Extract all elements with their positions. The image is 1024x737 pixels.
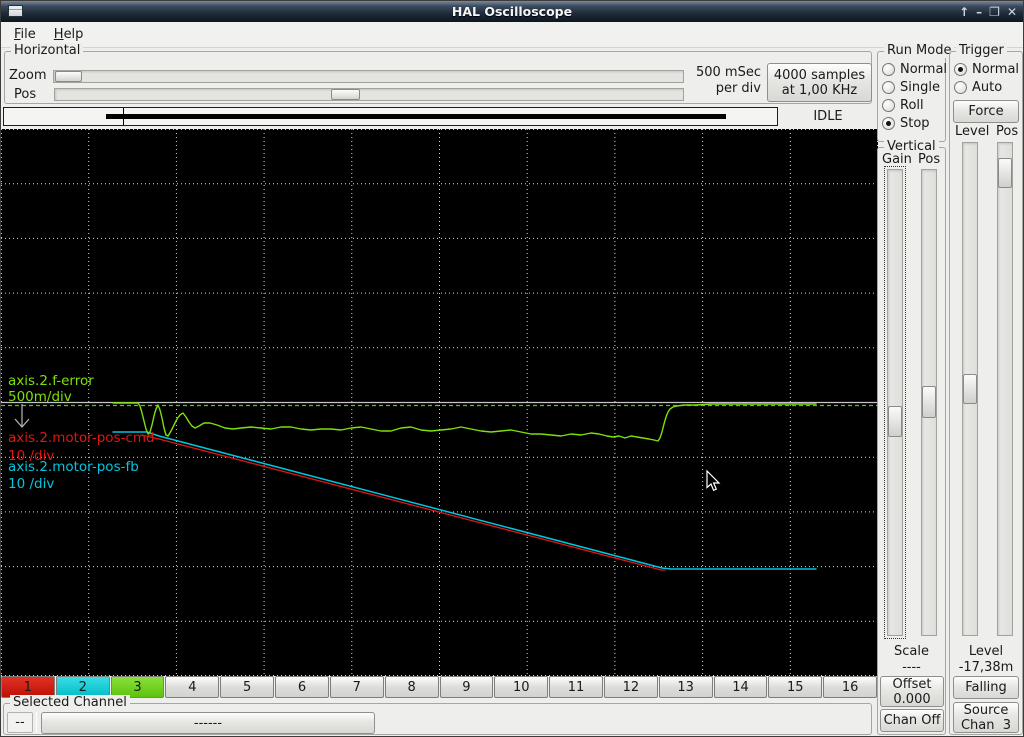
trigger-auto[interactable]: Auto xyxy=(954,79,1002,95)
status-label: IDLE xyxy=(813,109,843,124)
level-value: -17,38m xyxy=(958,660,1014,675)
channel-button-16[interactable]: 16 xyxy=(823,676,877,698)
level-slider-label: Level xyxy=(955,124,990,139)
run-mode-group: Run Mode Normal Single Roll Stop xyxy=(877,43,955,142)
channel3-scale-label: 500m/div xyxy=(8,389,72,405)
shade-icon[interactable]: ↑ xyxy=(959,6,969,18)
zoom-slider[interactable] xyxy=(53,70,684,83)
radio-icon[interactable] xyxy=(882,98,895,112)
horizontal-pos-slider[interactable] xyxy=(54,88,684,101)
run-mode-stop[interactable]: Stop xyxy=(882,115,930,131)
gain-slider[interactable] xyxy=(884,166,906,639)
level-label: Level xyxy=(968,644,1004,659)
radio-icon[interactable] xyxy=(882,80,895,94)
trigger-source-button[interactable]: Source Chan 3 xyxy=(953,702,1019,733)
window-title: HAL Oscilloscope xyxy=(451,4,573,19)
selected-channel-number: -- xyxy=(7,712,33,733)
channel-button-8[interactable]: 8 xyxy=(384,676,439,698)
force-button[interactable]: Force xyxy=(953,100,1019,123)
channel-button-11[interactable]: 11 xyxy=(549,676,603,698)
trigger-position-marker xyxy=(123,108,124,125)
channel3-signal-label: axis.2.f-error xyxy=(8,373,94,389)
vertical-pos-slider[interactable] xyxy=(921,169,937,636)
trace-motor-pos-cmd xyxy=(140,434,666,571)
scale-label: Scale xyxy=(894,644,929,659)
window-icon xyxy=(8,5,23,17)
mouse-cursor-icon xyxy=(706,469,721,492)
trigger-edge-button[interactable]: Falling xyxy=(953,676,1019,699)
minimize-icon[interactable]: – xyxy=(976,6,982,18)
channel1-signal-label: axis.2.motor-pos-cmd xyxy=(8,430,155,446)
pos-slider-label: Pos xyxy=(14,87,37,102)
trigger-group-label: Trigger xyxy=(956,43,1007,58)
scale-value: ---- xyxy=(902,660,921,675)
trigger-pos-slider-label: Pos xyxy=(996,124,1019,139)
channel-button-13[interactable]: 13 xyxy=(658,676,713,698)
selected-channel-group-label: Selected Channel xyxy=(10,695,130,710)
channel-button-10[interactable]: 10 xyxy=(494,676,549,698)
menu-bar: File Help xyxy=(1,22,1023,48)
channel-button-15[interactable]: 15 xyxy=(768,676,823,698)
close-icon[interactable]: ✕ xyxy=(1007,6,1017,18)
vertical-pos-slider-label: Pos xyxy=(918,152,941,167)
channel-button-row: 1 2 3 4 5 6 7 8 9 10 11 12 13 14 15 16 xyxy=(1,676,878,698)
radio-icon[interactable] xyxy=(954,62,967,76)
zoom-slider-label: Zoom xyxy=(9,68,47,83)
selected-channel-source-button[interactable]: ------ xyxy=(41,712,375,734)
run-mode-roll[interactable]: Roll xyxy=(882,97,924,113)
selected-channel-group: Selected Channel -- ------ xyxy=(3,695,872,735)
channel-button-14[interactable]: 14 xyxy=(713,676,768,698)
horizontal-pos-slider-handle[interactable] xyxy=(331,89,360,100)
scope-display[interactable]: axis.2.f-error 500m/div axis.2.motor-pos-c… xyxy=(1,129,878,676)
run-mode-single[interactable]: Single xyxy=(882,79,940,95)
title-bar[interactable]: HAL Oscilloscope ↑ – ❐ ✕ xyxy=(1,1,1023,22)
zoom-slider-handle[interactable] xyxy=(55,71,82,82)
time-per-div-label: 500 mSec per div xyxy=(695,65,761,96)
trigger-normal[interactable]: Normal xyxy=(954,61,1019,77)
horizontal-group-label: Horizontal xyxy=(11,43,84,58)
channel-button-9[interactable]: 9 xyxy=(439,676,494,698)
channel-button-4[interactable]: 4 xyxy=(165,676,220,698)
radio-icon[interactable] xyxy=(882,116,895,130)
halscope-window: HAL Oscilloscope ↑ – ❐ ✕ File Help Horiz… xyxy=(0,0,1024,737)
run-mode-normal[interactable]: Normal xyxy=(882,61,947,77)
channel-button-5[interactable]: 5 xyxy=(220,676,275,698)
sample-rate-button[interactable]: 4000 samples at 1,00 KHz xyxy=(767,63,872,102)
trace-motor-pos-fb xyxy=(112,431,817,570)
channel-button-6[interactable]: 6 xyxy=(275,676,329,698)
gain-slider-label: Gain xyxy=(882,152,912,167)
divider xyxy=(36,712,37,733)
trigger-pos-slider[interactable] xyxy=(997,142,1013,636)
trace-f-error xyxy=(112,402,817,442)
channel-button-7[interactable]: 7 xyxy=(329,676,384,698)
gain-slider-handle[interactable] xyxy=(888,406,902,437)
channel2-signal-label: axis.2.motor-pos-fb xyxy=(8,459,139,475)
channel-button-12[interactable]: 12 xyxy=(603,676,658,698)
record-extent-line xyxy=(106,114,726,119)
run-mode-group-label: Run Mode xyxy=(884,43,955,58)
radio-icon[interactable] xyxy=(882,62,895,76)
restore-icon[interactable]: ❐ xyxy=(989,6,1000,18)
radio-icon[interactable] xyxy=(954,80,967,94)
trigger-level-slider[interactable] xyxy=(962,142,978,636)
vertical-pos-slider-handle[interactable] xyxy=(922,386,936,418)
scope-canvas[interactable]: axis.2.f-error500m/div axis.2.motor-pos-c… xyxy=(1,129,878,676)
channel2-scale-label: 10 /div xyxy=(8,476,54,492)
trigger-level-slider-handle[interactable] xyxy=(963,374,977,404)
record-preview-bar xyxy=(3,107,778,126)
offset-button[interactable]: Offset 0.000 xyxy=(880,676,944,707)
chan-off-button[interactable]: Chan Off xyxy=(880,709,944,732)
trigger-pos-slider-handle[interactable] xyxy=(998,158,1012,188)
